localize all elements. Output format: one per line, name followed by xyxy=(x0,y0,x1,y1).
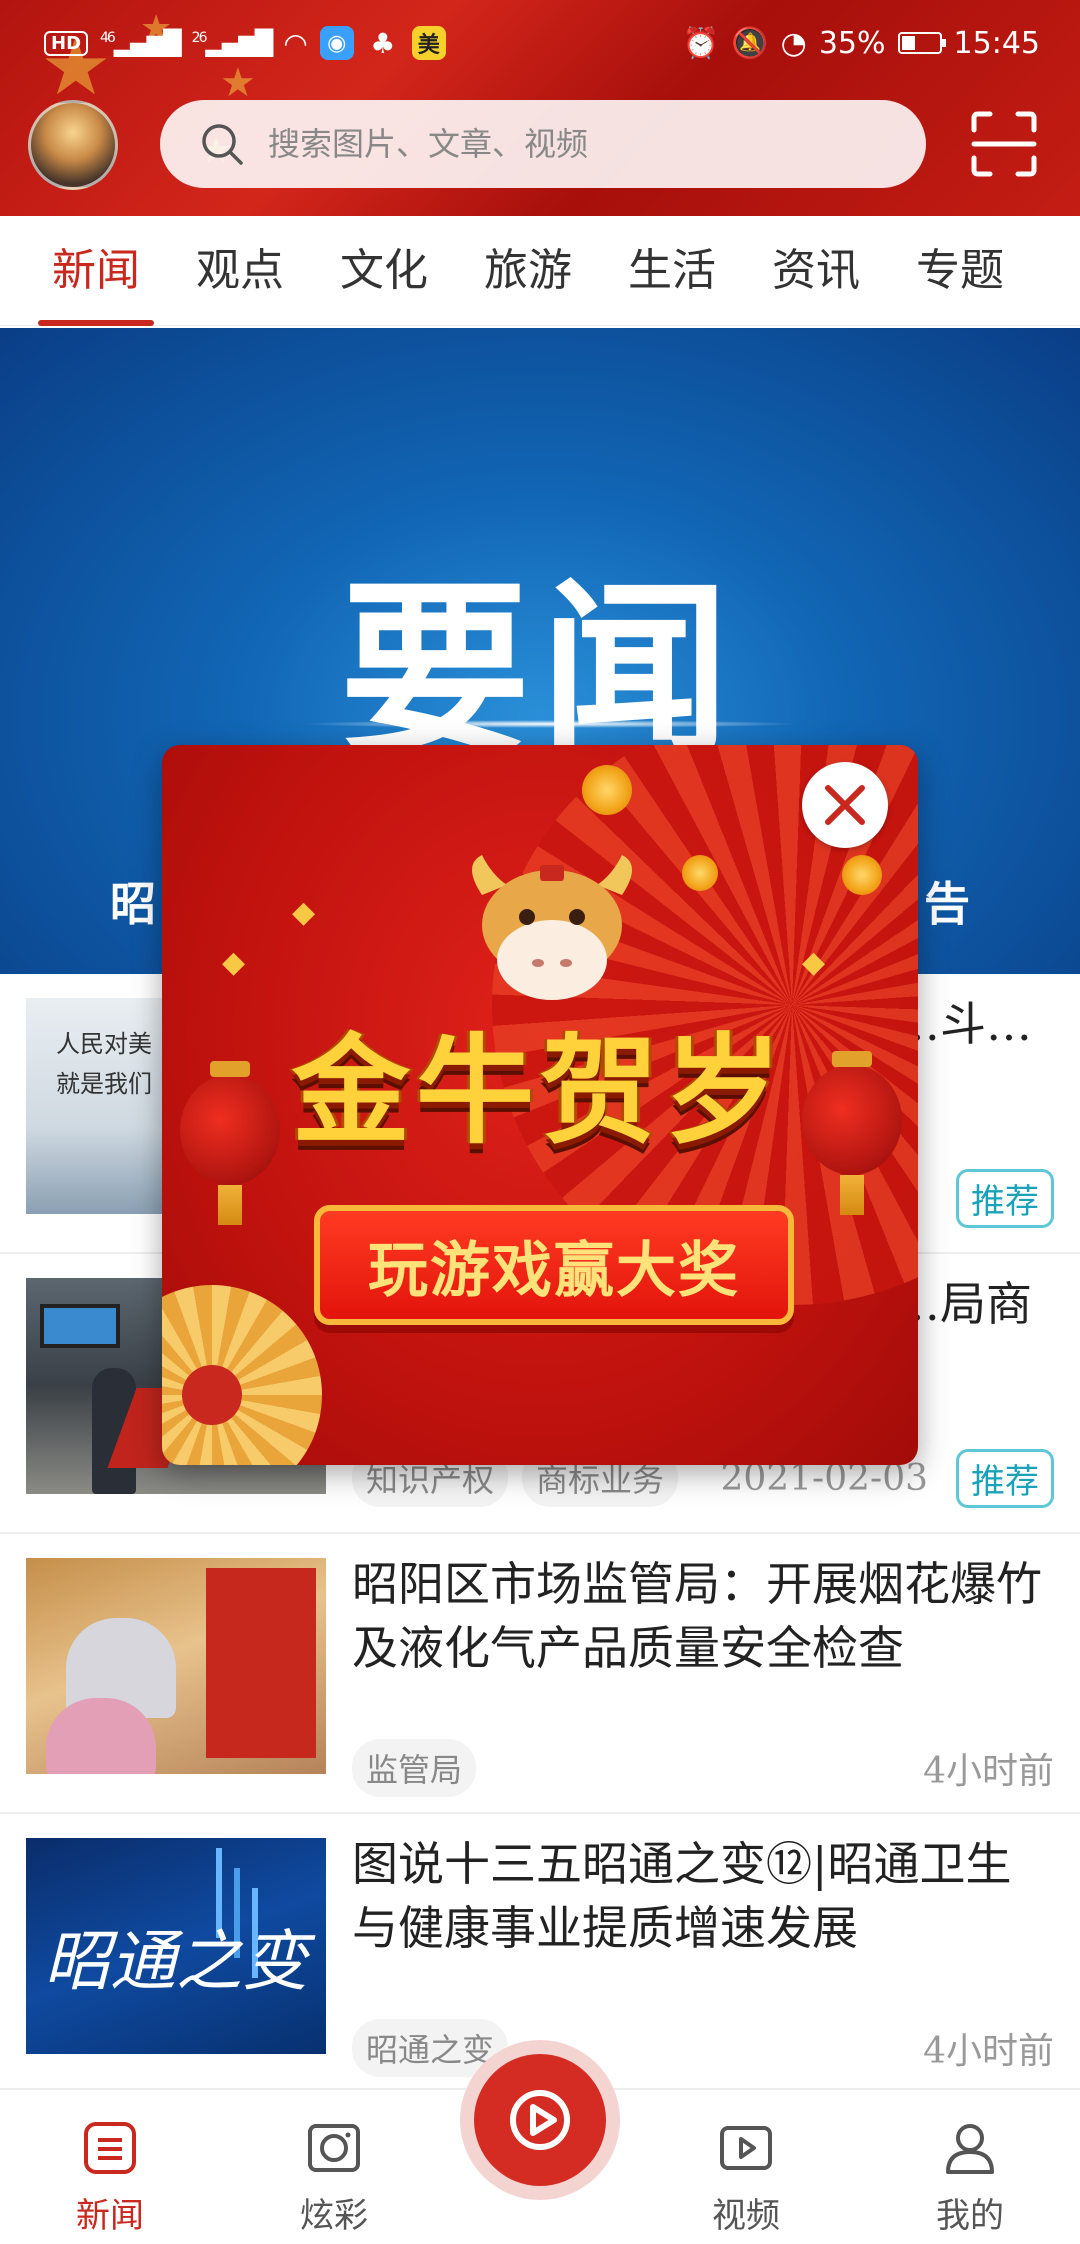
play-game-button[interactable]: 玩游戏赢大奖 xyxy=(314,1205,794,1325)
nav-label: 我的 xyxy=(936,2196,1004,2236)
camera-icon xyxy=(308,2124,360,2172)
bottom-nav: 新闻 炫彩 视频 我的 xyxy=(0,2040,1080,2244)
search-input[interactable] xyxy=(268,125,868,163)
search-icon xyxy=(202,124,243,165)
thumb-caption: 昭通之变 xyxy=(44,1923,308,2000)
fan-flower-decoration xyxy=(162,1285,322,1465)
flower-decoration xyxy=(582,765,632,815)
banner-caption-left: 昭 xyxy=(110,877,156,931)
news-title: 昭阳区市场监管局：开展烟花爆竹及液化气产品质量安全检查 xyxy=(352,1557,1042,1675)
profile-icon xyxy=(946,2124,994,2174)
tab-topics[interactable]: 专题 xyxy=(888,216,1032,326)
battery-percent: 35% xyxy=(818,25,886,61)
nav-news[interactable]: 新闻 xyxy=(40,2118,180,2237)
category-tabs: 新闻 观点 文化 旅游 生活 资讯 专题 xyxy=(0,216,1080,326)
tab-life[interactable]: 生活 xyxy=(600,216,744,326)
recommend-badge: 推荐 xyxy=(956,1168,1054,1228)
nav-play-button[interactable] xyxy=(460,2040,620,2200)
nav-label: 视频 xyxy=(712,2196,780,2236)
nav-colorful[interactable]: 炫彩 xyxy=(264,2118,404,2237)
meituan-icon: 美 xyxy=(411,26,446,60)
user-avatar[interactable] xyxy=(28,100,118,190)
thumb-caption: 人民对美 xyxy=(56,1030,152,1058)
popup-title: 金牛贺岁 xyxy=(291,1022,788,1160)
play-button-inner xyxy=(474,2054,606,2186)
app-root: ★ ★ ★ ★ HD 46▂▄▆█ 26▂▄▆█ ◠ ◉ ♣ 美 ⏰ 🔕 ◔ 3… xyxy=(0,0,1080,2244)
news-time: 4小时前 xyxy=(923,1751,1054,1792)
speed-icon: ◔ xyxy=(780,25,807,61)
flower-decoration xyxy=(682,855,718,891)
news-icon xyxy=(84,2122,136,2174)
news-title: 图说十三五昭通之变⑫|昭通卫生与健康事业提质增速发展 xyxy=(352,1837,1012,1955)
alarm-icon: ⏰ xyxy=(681,25,720,61)
signal-4g-icon: 46▂▄▆█ xyxy=(100,29,182,57)
nav-label: 炫彩 xyxy=(300,2196,368,2236)
tab-news[interactable]: 新闻 xyxy=(24,216,168,326)
nav-video[interactable]: 视频 xyxy=(676,2118,816,2237)
tab-culture[interactable]: 文化 xyxy=(312,216,456,326)
news-time: 4小时前 xyxy=(923,2031,1054,2072)
news-meta: 昭通之变 4小时前 xyxy=(352,2018,1054,2078)
search-bar[interactable] xyxy=(160,100,926,188)
confetti-icon: ◆ xyxy=(222,945,246,980)
clock: 15:45 xyxy=(953,25,1040,61)
tab-travel[interactable]: 旅游 xyxy=(456,216,600,326)
flower-decoration xyxy=(842,855,882,895)
news-tag[interactable]: 监管局 xyxy=(352,1739,477,1797)
qq-icon: ♣ xyxy=(370,26,396,60)
confetti-icon: ◆ xyxy=(802,945,826,980)
news-thumbnail: 昭通之变 xyxy=(26,1838,326,2054)
ox-mascot-icon xyxy=(472,855,632,1000)
tab-info[interactable]: 资讯 xyxy=(744,216,888,326)
confetti-icon: ◆ xyxy=(292,895,316,930)
popup-close-button[interactable] xyxy=(802,762,888,848)
close-icon xyxy=(825,785,865,825)
banner-glow xyxy=(300,720,800,728)
scan-icon[interactable] xyxy=(968,108,1040,180)
list-item[interactable]: 昭阳区市场监管局：开展烟花爆竹及液化气产品质量安全检查 监管局 4小时前 xyxy=(0,1534,1080,1814)
nav-profile[interactable]: 我的 xyxy=(900,2118,1040,2237)
news-meta: 监管局 4小时前 xyxy=(352,1738,1054,1798)
play-icon xyxy=(510,2090,570,2150)
app-notification-icon: ◉ xyxy=(319,26,354,60)
tab-opinion[interactable]: 观点 xyxy=(168,216,312,326)
recommend-badge: 推荐 xyxy=(956,1448,1054,1508)
battery-icon xyxy=(897,32,946,54)
video-icon xyxy=(720,2126,772,2170)
wifi-icon: ◠ xyxy=(283,26,308,60)
mute-icon: 🔕 xyxy=(731,25,769,61)
nav-label: 新闻 xyxy=(76,2196,144,2236)
header: ★ ★ ★ ★ HD 46▂▄▆█ 26▂▄▆█ ◠ ◉ ♣ 美 ⏰ 🔕 ◔ 3… xyxy=(0,0,1080,216)
thumb-caption: 就是我们 xyxy=(56,1070,152,1098)
hd-badge: HD xyxy=(44,30,89,56)
news-thumbnail xyxy=(26,1558,326,1774)
status-bar: HD 46▂▄▆█ 26▂▄▆█ ◠ ◉ ♣ 美 ⏰ 🔕 ◔ 35% 15:45 xyxy=(0,0,1080,86)
banner-caption-right: 告 xyxy=(924,877,970,931)
signal-2g-icon: 26▂▄▆█ xyxy=(191,29,274,57)
promo-popup[interactable]: ◆ ◆ ◆ 金牛贺岁 玩游戏赢大奖 xyxy=(162,745,918,1465)
